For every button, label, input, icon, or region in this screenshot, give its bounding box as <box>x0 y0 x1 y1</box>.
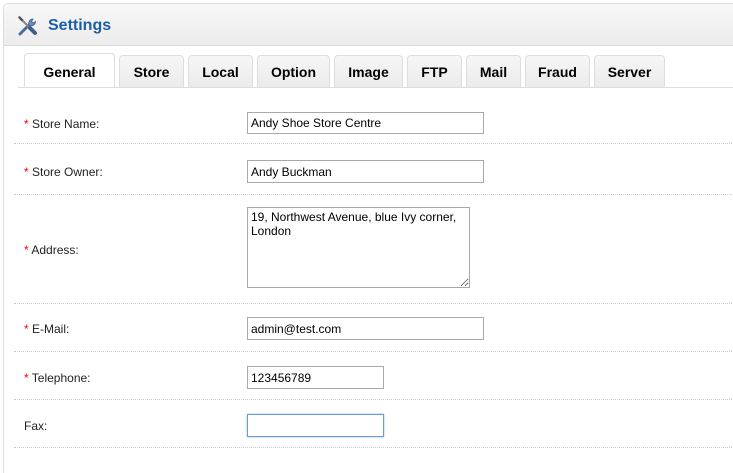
tab-general[interactable]: General <box>24 53 115 87</box>
fax-label: Fax: <box>24 419 48 433</box>
store-name-label: * Store Name: <box>24 117 100 131</box>
required-mark: * <box>24 322 29 336</box>
address-label: * Address: <box>24 243 79 257</box>
email-row: * E-Mail: <box>14 304 733 352</box>
tab-local[interactable]: Local <box>188 55 253 87</box>
store-owner-row: * Store Owner: <box>14 144 733 195</box>
required-mark: * <box>24 117 29 131</box>
general-settings-form: * Store Name: * Store Owner: * Address: … <box>14 96 733 448</box>
tab-ftp[interactable]: FTP <box>407 55 462 87</box>
store-name-input[interactable] <box>247 112 484 134</box>
page-title: Settings <box>48 17 112 34</box>
required-mark: * <box>24 371 29 385</box>
panel-heading: Settings <box>4 4 733 46</box>
store-owner-input[interactable] <box>247 160 484 183</box>
tab-mail[interactable]: Mail <box>466 55 521 87</box>
fax-row: Fax: <box>14 400 733 448</box>
store-owner-label: * Store Owner: <box>24 165 103 179</box>
telephone-label: * Telephone: <box>24 371 91 385</box>
required-mark: * <box>24 165 29 179</box>
email-label: * E-Mail: <box>24 322 70 336</box>
fax-input[interactable] <box>247 414 384 437</box>
tab-divider <box>18 87 733 88</box>
tab-image[interactable]: Image <box>334 55 403 87</box>
settings-tabs: General Store Local Option Image FTP Mai… <box>24 53 669 87</box>
settings-tools-icon <box>18 16 37 36</box>
store-name-row: * Store Name: <box>14 96 733 144</box>
tab-option[interactable]: Option <box>257 55 330 87</box>
email-input[interactable] <box>247 317 484 340</box>
tab-store[interactable]: Store <box>119 55 184 87</box>
telephone-input[interactable] <box>247 366 384 389</box>
required-mark: * <box>24 243 29 257</box>
tab-fraud[interactable]: Fraud <box>525 55 590 87</box>
tab-server[interactable]: Server <box>594 55 665 87</box>
address-textarea[interactable]: 19, Northwest Avenue, blue Ivy corner, L… <box>247 207 470 288</box>
telephone-row: * Telephone: <box>14 352 733 400</box>
address-row: * Address: 19, Northwest Avenue, blue Iv… <box>14 195 733 304</box>
